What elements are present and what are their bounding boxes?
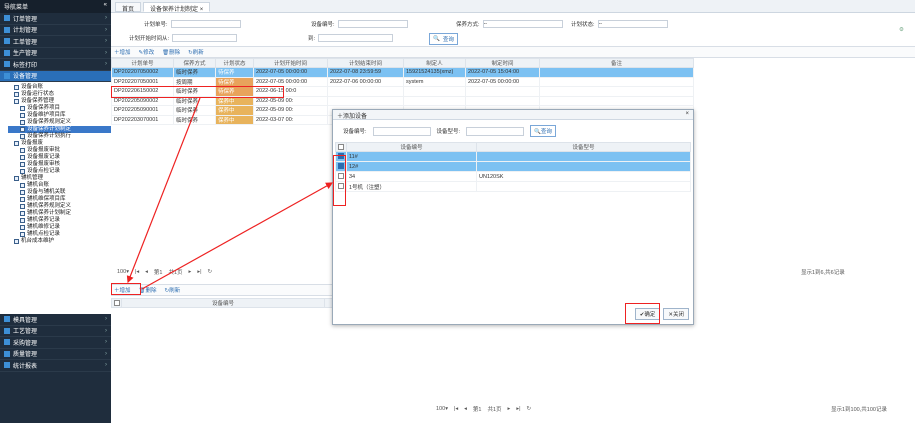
annotation-arrows: [126, 97, 334, 290]
arrow-2: [141, 182, 334, 290]
arrow-1: [126, 97, 201, 284]
